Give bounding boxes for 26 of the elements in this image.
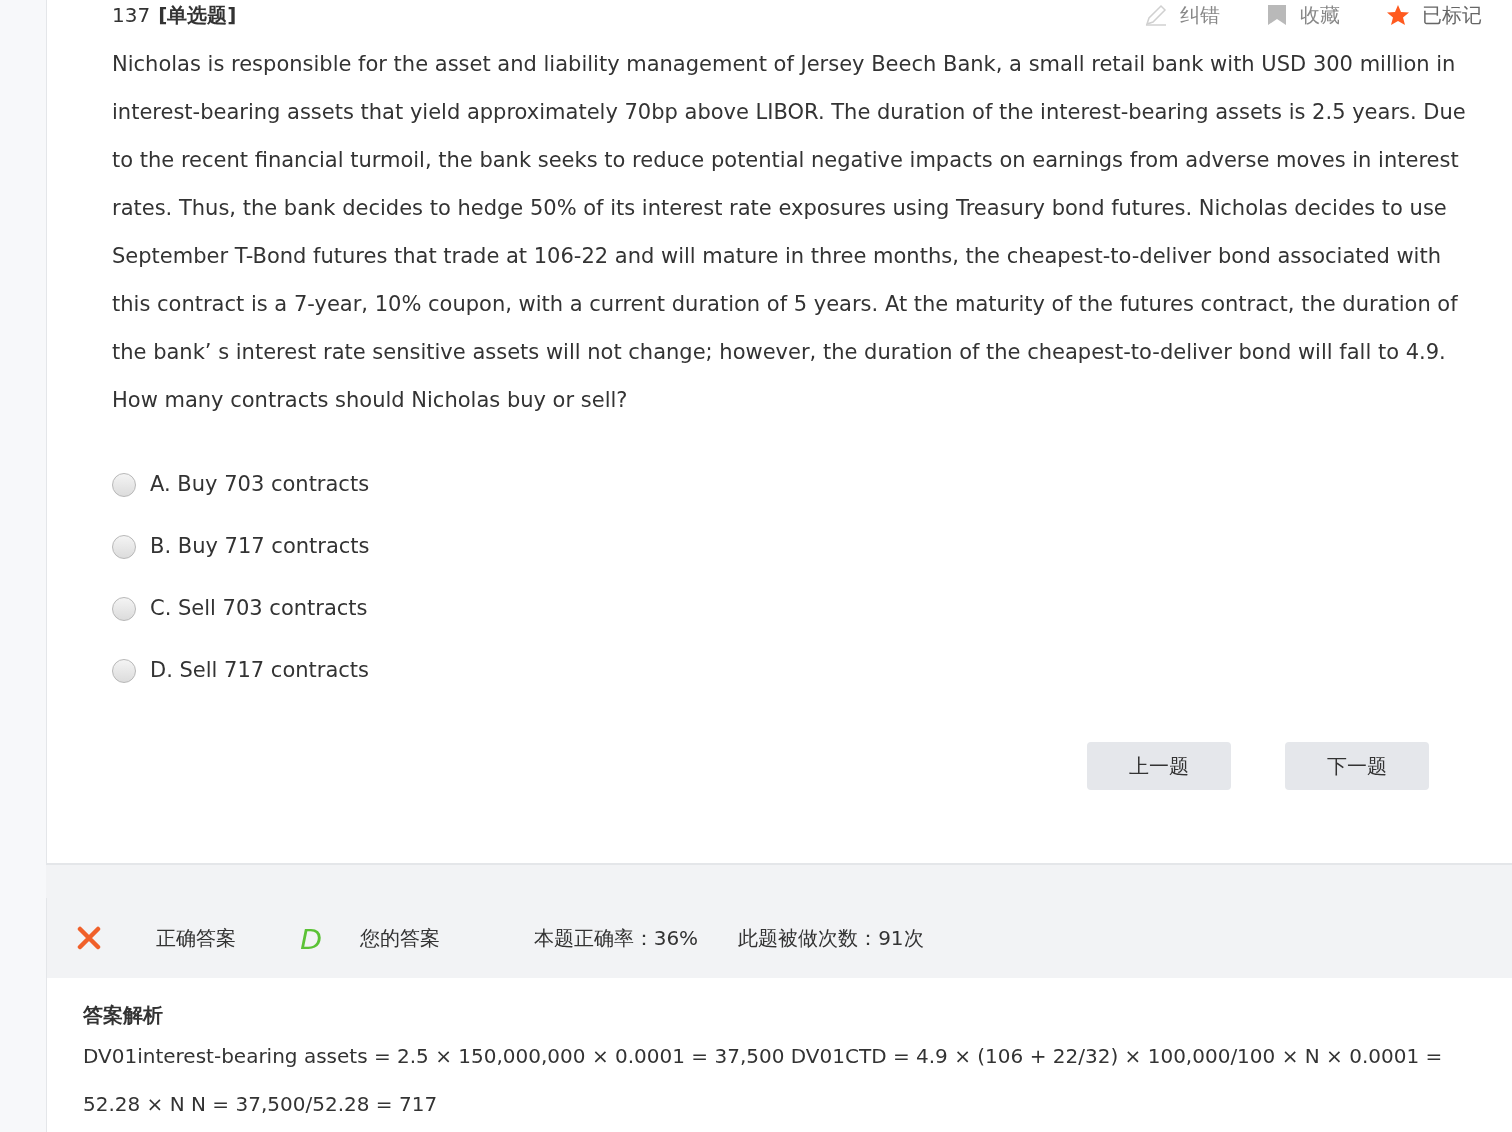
question-type: [单选题] [158, 2, 237, 29]
bookmark-action[interactable]: 收藏 [1266, 0, 1340, 30]
answer-option[interactable]: C. Sell 703 contracts [112, 592, 1482, 626]
question-text: Nicholas is responsible for the asset and liability management of Jersey Beech Bank, a small retail bank with USD 300 million in interest-bearing assets that yield approximately 70bp above LIBOR. The duration of the interest-bearing assets is 2.5 years. Due to the recent financial turmoil, the bank seeks to reduce potential negative impacts on earnings from adverse moves in interest rates. Thus, the bank decides to hedge 50% of its interest rate exposures using Treasury bond futures. Nicholas decides to use September T-Bond futures that trade at 106-22 and will mature in three months, the cheapest-to-deliver bond associated with this contract is a 7-year, 10% coupon, with a current duration of 5 years. At the maturity of the futures contract, the duration of the bank’ s interest rate sensitive assets will not change; however, the duration of the cheapest-to-deliver bond will fall to 4.9. How many contracts should Nicholas buy or sell? [112, 51, 1467, 414]
radio-button[interactable] [112, 659, 136, 683]
explanation-text: DV01interest-bearing assets = 2.5 × 150,000,000 × 0.0001 = 37,500 DV01CTD = 4.9 × (106 + 22/32) × 100,000/100 × N × 0.0001 = 52.28 × N N = 37,500/52.28 = 717 [83, 1043, 1444, 1118]
previous-button[interactable]: 上一题 [1087, 742, 1231, 790]
correct-answer-label: 正确答案 [156, 925, 236, 952]
radio-button[interactable] [112, 473, 136, 497]
radio-button[interactable] [112, 597, 136, 621]
explanation-title: 答案解析 [83, 1002, 164, 1029]
question-number: 137 [112, 2, 151, 29]
attempts-text: 此题被做次数：91次 [738, 925, 924, 952]
edit-action[interactable]: 纠错 [1144, 0, 1220, 30]
answer-option[interactable]: A. Buy 703 contracts [112, 468, 1482, 502]
answer-option[interactable]: D. Sell 717 contracts [112, 654, 1482, 688]
pencil-icon [1144, 4, 1168, 26]
your-answer-label: 您的答案 [359, 925, 440, 952]
star-action[interactable]: 已标记 [1386, 0, 1482, 30]
radio-button[interactable] [112, 535, 136, 559]
star-icon [1386, 4, 1410, 26]
correct-answer: D [300, 920, 322, 957]
answer-option[interactable]: B. Buy 717 contracts [112, 530, 1482, 564]
bookmark-icon [1266, 4, 1288, 26]
next-button[interactable]: 下一题 [1285, 742, 1429, 790]
accuracy-text: 本题正确率：36% [533, 925, 699, 952]
